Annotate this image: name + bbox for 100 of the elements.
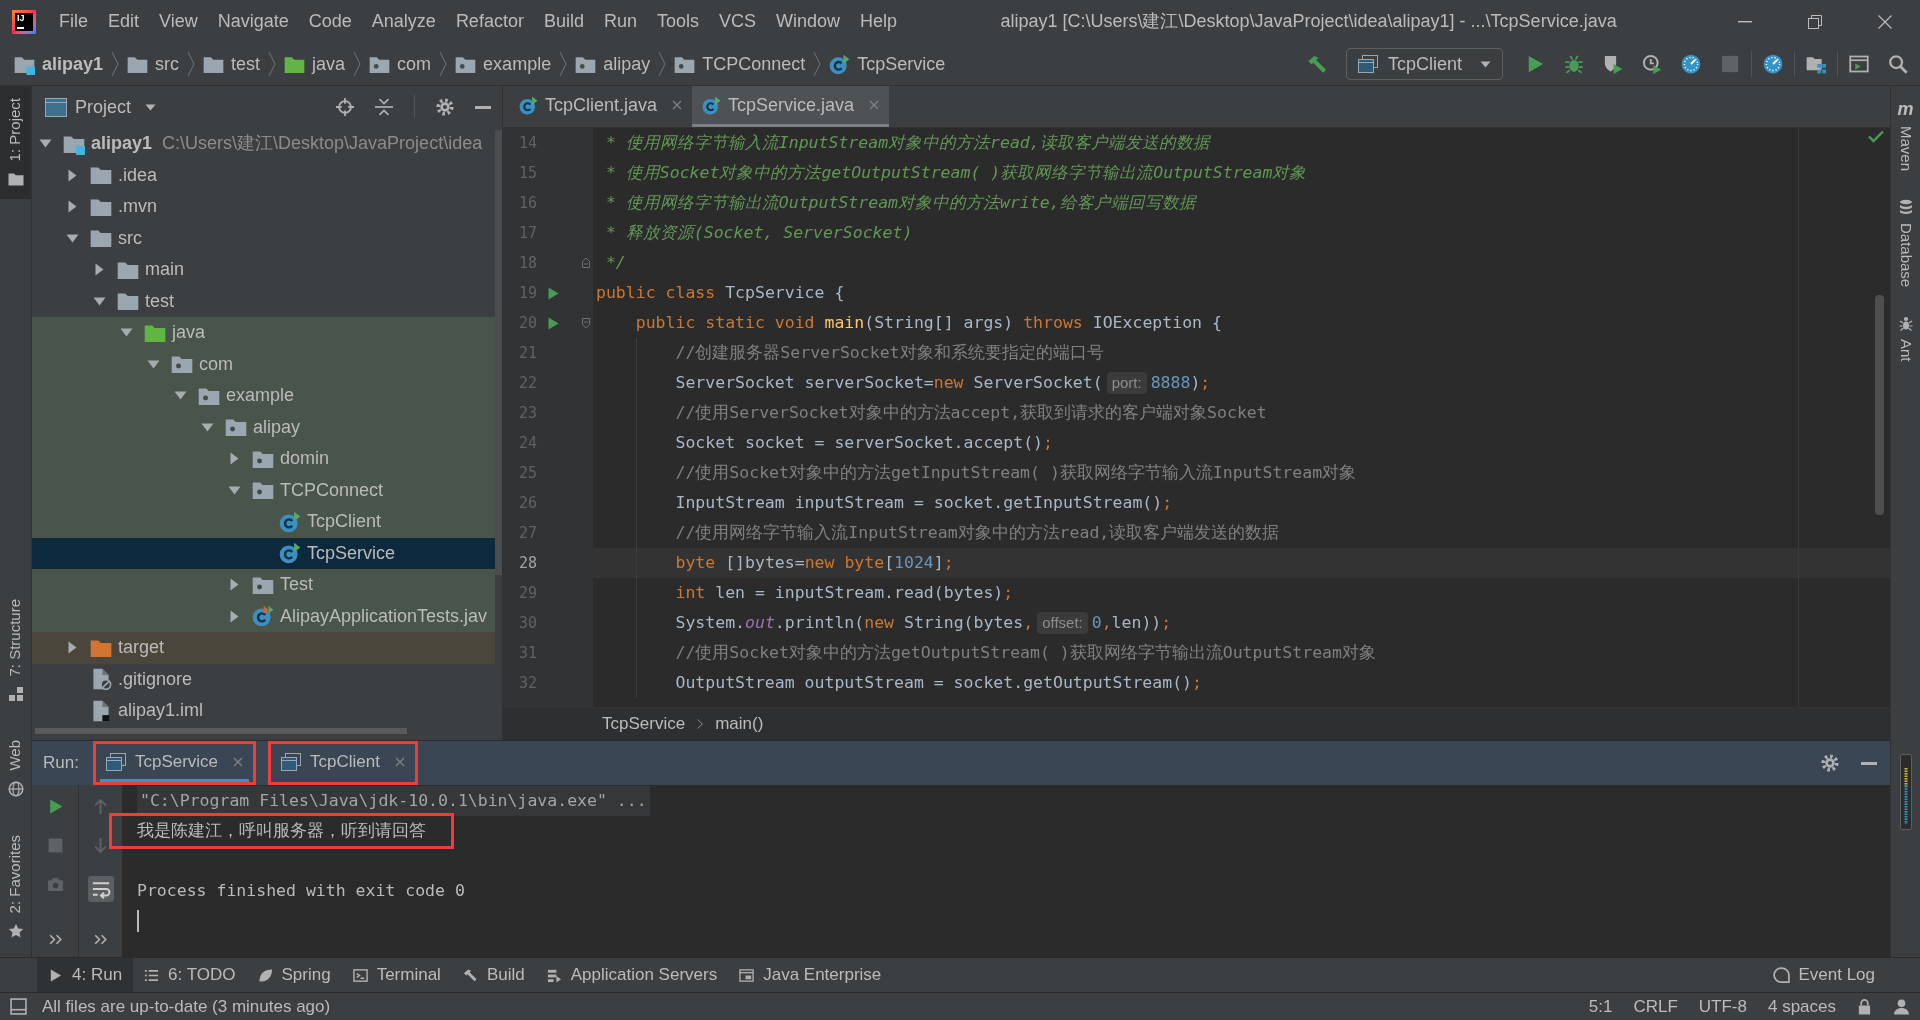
breadcrumb-item[interactable]: TcpService xyxy=(829,50,946,78)
event-log-button[interactable]: Event Log xyxy=(1773,962,1875,988)
tree-item[interactable]: test xyxy=(32,285,495,317)
caret-right-icon[interactable] xyxy=(229,578,239,592)
menu-item[interactable]: Analyze xyxy=(361,4,446,39)
caret-down-icon[interactable] xyxy=(119,328,133,338)
breadcrumb-item[interactable]: com xyxy=(369,50,432,78)
tree-item[interactable]: domin xyxy=(32,443,495,475)
person-icon[interactable] xyxy=(1893,998,1910,1015)
wrap-lines-icon[interactable] xyxy=(87,876,114,902)
run-tab[interactable]: TcpClient xyxy=(275,744,411,782)
menu-item[interactable]: Build xyxy=(533,4,594,39)
tool-window-tab[interactable]: 4: Run xyxy=(37,958,134,992)
menu-item[interactable]: Code xyxy=(298,4,362,39)
tree-item[interactable]: example xyxy=(32,380,495,412)
editor-tab[interactable]: TcpClient.java xyxy=(509,86,693,127)
menu-item[interactable]: Help xyxy=(850,4,908,39)
play-icon[interactable] xyxy=(547,286,559,300)
clock-play-icon[interactable] xyxy=(1642,54,1662,74)
tool-window-tab[interactable]: 6: TODO xyxy=(133,958,247,992)
crosshair-icon[interactable] xyxy=(336,98,354,116)
breadcrumb-item[interactable]: java xyxy=(284,50,346,78)
scrollbar-thumb[interactable] xyxy=(1875,295,1884,515)
menu-item[interactable]: Run xyxy=(593,4,647,39)
caret-down-icon[interactable] xyxy=(173,391,187,401)
caret-right-icon[interactable] xyxy=(229,609,239,623)
indent-setting[interactable]: 4 spaces xyxy=(1767,993,1836,1020)
gauge-icon[interactable] xyxy=(1763,54,1783,74)
tree-item[interactable]: TcpService xyxy=(32,537,495,569)
caret-down-icon[interactable] xyxy=(1480,60,1491,68)
tree-item[interactable]: java xyxy=(32,317,495,349)
tree-item[interactable]: .idea xyxy=(32,159,495,191)
tool-window-tab[interactable]: 1: Project xyxy=(0,86,31,200)
file-encoding[interactable]: UTF-8 xyxy=(1698,993,1747,1020)
view-selector[interactable]: Project xyxy=(45,93,157,121)
bug-icon[interactable] xyxy=(1564,54,1584,74)
close-icon[interactable] xyxy=(869,100,880,110)
shield-play-icon[interactable] xyxy=(1603,54,1623,74)
menu-item[interactable]: VCS xyxy=(709,4,766,39)
caret-down-icon[interactable] xyxy=(38,139,52,149)
tool-window-tab[interactable]: 2: Favorites xyxy=(0,822,31,951)
menu-item[interactable]: View xyxy=(149,4,208,39)
breadcrumb-item[interactable]: TCPConnect xyxy=(674,50,806,78)
tool-window-tab[interactable]: m Maven xyxy=(1891,98,1920,174)
breadcrumb-item[interactable]: test xyxy=(203,50,261,78)
settings-icon[interactable] xyxy=(436,98,454,116)
tool-window-tab[interactable]: Build xyxy=(451,958,536,992)
lock-icon[interactable] xyxy=(1857,998,1872,1015)
tool-window-tab[interactable]: Web xyxy=(0,728,31,809)
tool-window-tab[interactable]: Java Enterprise xyxy=(728,958,893,992)
tool-window-tab[interactable]: Ant xyxy=(1891,313,1920,364)
tree-item[interactable]: alipay1.iml xyxy=(32,695,495,727)
breadcrumb-item[interactable]: alipay1 xyxy=(14,50,104,78)
menu-item[interactable]: Navigate xyxy=(207,4,299,39)
caret-down-icon[interactable] xyxy=(145,103,157,111)
close-icon[interactable] xyxy=(395,756,405,767)
tool-window-tab[interactable]: 7: Structure xyxy=(0,586,31,715)
tree-item[interactable]: .gitignore xyxy=(32,663,495,695)
tree-item[interactable]: TcpClient xyxy=(32,506,495,538)
minimize-icon[interactable] xyxy=(475,105,491,109)
close-icon[interactable] xyxy=(233,756,244,767)
caret-down-icon[interactable] xyxy=(146,359,160,369)
caret-down-icon[interactable] xyxy=(92,296,106,306)
tool-window-tab[interactable]: Spring xyxy=(246,958,342,992)
tree-item[interactable]: src xyxy=(32,222,495,254)
caret-right-icon[interactable] xyxy=(67,168,77,182)
caret-right-icon[interactable] xyxy=(94,263,104,277)
caret-right-icon[interactable] xyxy=(229,452,239,466)
editor-tab[interactable]: TcpService.java xyxy=(692,86,890,127)
caret-down-icon[interactable] xyxy=(65,233,79,243)
search-icon[interactable] xyxy=(1888,54,1908,74)
breadcrumb-item[interactable]: main() xyxy=(715,711,764,737)
tree-item[interactable]: target xyxy=(32,632,495,664)
menu-item[interactable]: Edit xyxy=(98,4,150,39)
window-play-icon[interactable] xyxy=(1849,54,1869,74)
breadcrumb-item[interactable]: TcpService xyxy=(602,711,686,737)
menu-item[interactable]: Refactor xyxy=(445,4,534,39)
fold-marker-icon[interactable] xyxy=(581,257,591,269)
folder-grid-icon[interactable] xyxy=(1806,54,1826,74)
cursor-position[interactable]: 5:1 xyxy=(1588,993,1613,1020)
menu-item[interactable]: Window xyxy=(766,4,851,39)
caret-right-icon[interactable] xyxy=(67,200,77,214)
tree-item[interactable]: TCPConnect xyxy=(32,474,495,506)
close-icon[interactable] xyxy=(672,100,683,110)
breadcrumb-item[interactable]: alipay xyxy=(575,50,651,78)
tree-item[interactable]: alipay1 C:\Users\建江\Desktop\JavaProject\idea xyxy=(32,128,495,160)
run-configuration-dropdown[interactable]: TcpClient xyxy=(1345,48,1503,80)
minimize-icon[interactable] xyxy=(1861,761,1877,765)
tool-window-tab[interactable]: Terminal xyxy=(341,958,452,992)
tree-item[interactable]: main xyxy=(32,254,495,286)
scrollbar-thumb[interactable] xyxy=(35,728,407,734)
tree-item[interactable]: AlipayApplicationTests.jav xyxy=(32,600,495,632)
run-tab[interactable]: TcpService xyxy=(99,744,250,782)
settings-icon[interactable] xyxy=(1821,754,1839,772)
breadcrumb-item[interactable]: src xyxy=(127,50,180,78)
gauge-icon[interactable] xyxy=(1681,54,1701,74)
tree-item[interactable]: com xyxy=(32,348,495,380)
collapse-arrows-icon[interactable] xyxy=(375,98,393,116)
play-icon[interactable] xyxy=(547,316,559,330)
tree-item[interactable]: Test xyxy=(32,569,495,601)
